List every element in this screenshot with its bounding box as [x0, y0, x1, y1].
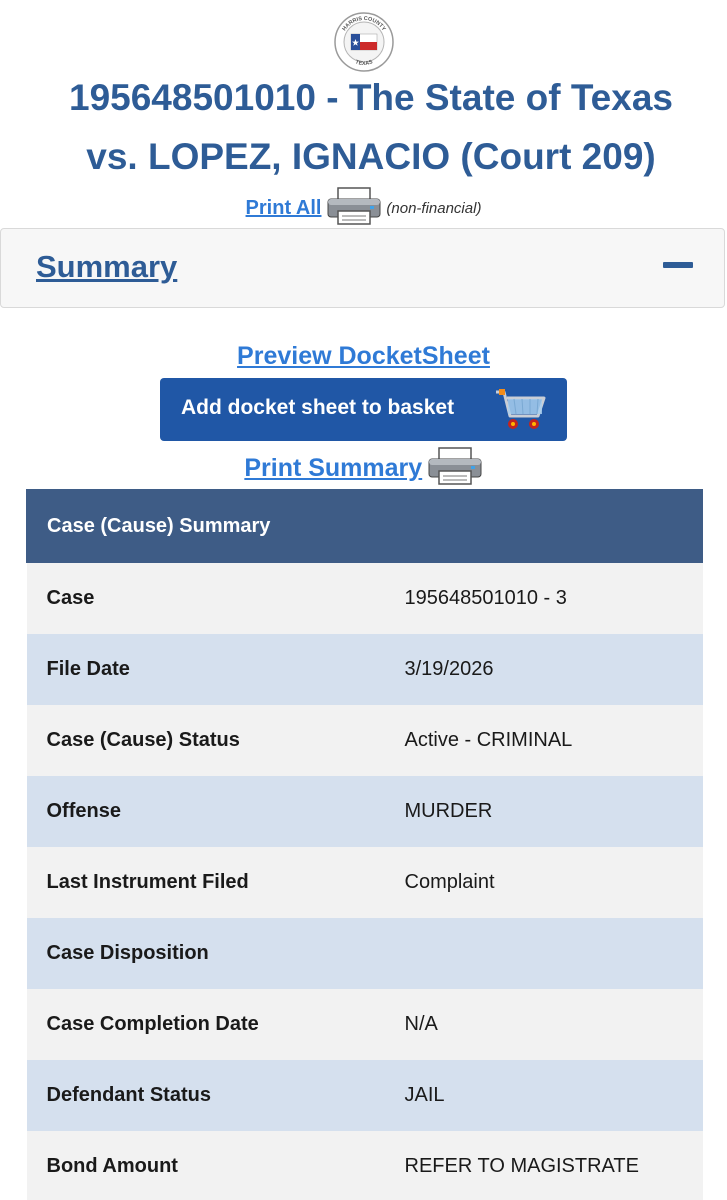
row-value: MURDER — [385, 776, 703, 847]
row-label: Case — [26, 562, 386, 634]
row-value: JAIL — [385, 1060, 703, 1131]
page: HARRIS COUNTY TEXAS 195648501010 - The S… — [0, 0, 727, 1200]
printer-icon[interactable] — [326, 186, 382, 231]
row-value — [385, 918, 703, 989]
row-label: File Date — [26, 634, 386, 705]
table-row: Last Instrument Filed Complaint — [26, 847, 703, 918]
table-row: Case 195648501010 - 3 — [26, 562, 703, 634]
table-row: Case (Cause) Status Active - CRIMINAL — [26, 705, 703, 776]
row-label: Defendant Status — [26, 1060, 386, 1131]
print-all-row: Print All (non-financial) — [0, 186, 727, 231]
table-row: Case Disposition — [26, 918, 703, 989]
print-summary-row: Print Summary — [0, 446, 727, 491]
row-value: N/A — [385, 989, 703, 1060]
print-all-link[interactable]: Print All — [246, 197, 322, 219]
summary-title-link[interactable]: Summary — [36, 249, 177, 285]
page-title-line2: vs. LOPEZ, IGNACIO (Court 209) — [86, 136, 656, 177]
case-summary-table: Case (Cause) Summary Case 195648501010 -… — [26, 489, 703, 1200]
row-value: 3/19/2026 — [385, 634, 703, 705]
add-docket-to-basket-label: Add docket sheet to basket — [181, 396, 455, 419]
row-label: Case (Cause) Status — [26, 705, 386, 776]
page-title-line1: 195648501010 - The State of Texas — [69, 77, 673, 118]
table-row: Bond Amount REFER TO MAGISTRATE — [26, 1131, 703, 1200]
page-title: 195648501010 - The State of Texas vs. LO… — [0, 68, 727, 186]
add-docket-to-basket-button[interactable]: Add docket sheet to basket — [160, 378, 567, 441]
preview-docketsheet-link[interactable]: Preview DocketSheet — [0, 342, 727, 371]
row-label: Case Disposition — [26, 918, 386, 989]
row-value: 195648501010 - 3 — [385, 562, 703, 634]
case-summary-table-header: Case (Cause) Summary — [26, 489, 703, 563]
summary-panel-header[interactable]: Summary — [0, 228, 725, 308]
table-row: Case Completion Date N/A — [26, 989, 703, 1060]
table-row: Defendant Status JAIL — [26, 1060, 703, 1131]
row-label: Bond Amount — [26, 1131, 386, 1200]
table-row: Offense MURDER — [26, 776, 703, 847]
shopping-cart-icon — [494, 386, 546, 437]
row-value: Complaint — [385, 847, 703, 918]
row-label: Last Instrument Filed — [26, 847, 386, 918]
county-seal-logo: HARRIS COUNTY TEXAS — [334, 12, 394, 72]
non-financial-note: (non-financial) — [386, 200, 482, 217]
print-summary-printer-icon[interactable] — [427, 446, 483, 491]
row-value: Active - CRIMINAL — [385, 705, 703, 776]
row-value: REFER TO MAGISTRATE — [385, 1131, 703, 1200]
table-row: File Date 3/19/2026 — [26, 634, 703, 705]
print-summary-link[interactable]: Print Summary — [244, 454, 422, 482]
collapse-minus-icon[interactable] — [663, 262, 693, 268]
row-label: Case Completion Date — [26, 989, 386, 1060]
row-label: Offense — [26, 776, 386, 847]
